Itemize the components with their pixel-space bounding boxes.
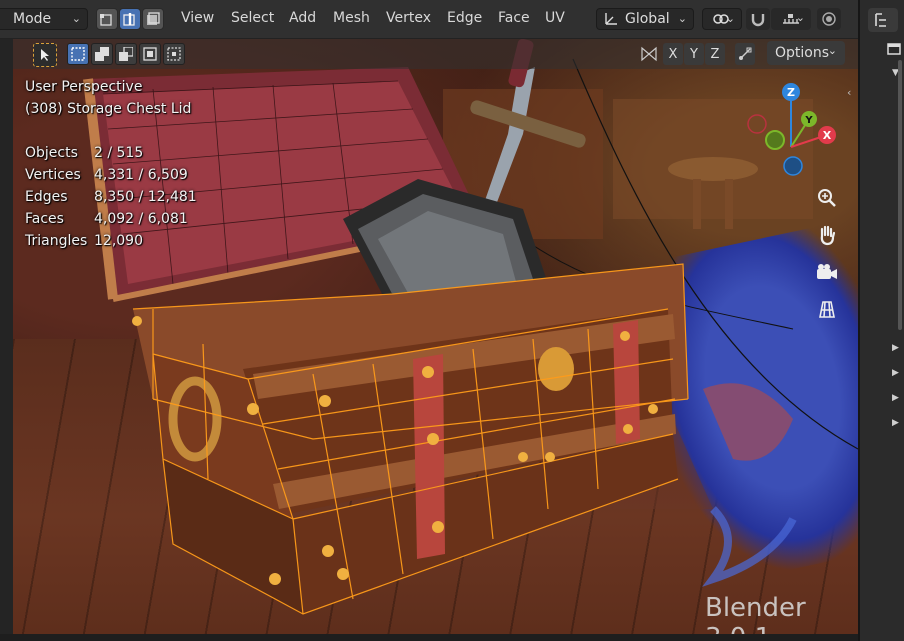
select-mode-intersect-button[interactable] — [163, 43, 185, 65]
stats-label: Objects — [25, 145, 78, 161]
mode-dropdown[interactable]: Mode ⌄ — [0, 8, 88, 30]
proportional-edit-icon — [822, 12, 836, 26]
select-new-icon — [71, 47, 85, 61]
face-select-icon — [147, 12, 160, 25]
proportional-edit-toggle[interactable] — [817, 8, 841, 30]
collapse-arrow-icon[interactable]: ▶ — [892, 418, 899, 428]
sidebar-expand-arrow[interactable]: ‹ — [847, 86, 851, 99]
stats-value: 4,092 / 6,081 — [94, 211, 188, 227]
select-mode-extend-button[interactable] — [91, 43, 113, 65]
select-tool-button[interactable] — [33, 43, 57, 67]
stats-label: Edges — [25, 189, 68, 205]
chevron-down-icon: ⌄ — [827, 44, 837, 57]
cursor-arrow-icon — [41, 49, 49, 61]
gizmo-x-label: X — [823, 129, 832, 142]
collection-icon — [887, 43, 901, 55]
camera-icon — [817, 264, 837, 279]
chevron-down-icon: ⌄ — [677, 12, 687, 25]
mirror-toggle[interactable] — [639, 43, 659, 65]
gizmo-y-label: Y — [804, 115, 813, 126]
pivot-point-dropdown[interactable]: ⌄ — [702, 8, 742, 30]
viewport-statistics: User Perspective (308) Storage Chest Lid… — [25, 79, 197, 255]
vertex-select-icon — [100, 14, 112, 26]
ortho-toggle-button[interactable] — [813, 295, 841, 323]
snap-toggle[interactable] — [746, 8, 770, 30]
mirror-y-button[interactable]: Y — [684, 43, 704, 65]
camera-view-button[interactable] — [813, 258, 841, 286]
outliner-panel: ▼ ▶ ▶ ▶ ▶ — [858, 0, 904, 641]
snap-target-dropdown[interactable]: ⌄ — [771, 8, 811, 30]
stats-value: 8,350 / 12,481 — [94, 189, 197, 205]
options-label: Options — [775, 45, 830, 61]
status-strip — [0, 634, 858, 641]
collapse-arrow-icon[interactable]: ▶ — [892, 343, 899, 353]
3d-viewport[interactable]: X Y Z Options ⌄ ‹ User Perspective (308)… — [13, 39, 858, 634]
view-name: User Perspective — [25, 79, 143, 95]
chevron-down-icon: ⌄ — [795, 11, 805, 24]
chevron-down-icon: ⌄ — [71, 12, 81, 25]
navigation-gizmo[interactable]: Z Y X — [741, 77, 851, 187]
pan-button[interactable] — [813, 221, 841, 249]
edge-select-icon — [123, 13, 135, 26]
mode-label: Mode — [13, 11, 52, 27]
stats-row-objects: Objects 2 / 515 — [25, 145, 197, 167]
toolbar-strip — [0, 39, 13, 641]
version-watermark: Blender 3.0.1 — [705, 593, 806, 634]
collapse-arrow-icon[interactable]: ▶ — [892, 368, 899, 378]
menu-uv[interactable]: UV — [545, 10, 565, 26]
options-dropdown[interactable]: Options ⌄ — [767, 41, 845, 65]
active-object-name: (308) Storage Chest Lid — [25, 101, 192, 117]
zoom-icon — [818, 189, 836, 207]
select-subtract-icon — [119, 47, 133, 61]
stats-label: Faces — [25, 211, 64, 227]
vertex-select-button[interactable] — [96, 8, 118, 30]
select-mode-subtract-button[interactable] — [115, 43, 137, 65]
mirror-z-button[interactable]: Z — [705, 43, 725, 65]
stats-row-edges: Edges 8,350 / 12,481 — [25, 189, 197, 211]
menu-select[interactable]: Select — [231, 10, 274, 26]
outliner-scrollbar[interactable] — [898, 60, 902, 330]
menu-view[interactable]: View — [181, 10, 214, 26]
merge-vertices-icon — [739, 47, 752, 60]
mirror-x-button[interactable]: X — [663, 43, 683, 65]
select-invert-icon — [143, 47, 157, 61]
menu-edge[interactable]: Edge — [447, 10, 482, 26]
editor-type-button[interactable] — [868, 8, 898, 32]
menu-face[interactable]: Face — [498, 10, 530, 26]
stats-label: Triangles — [25, 233, 88, 249]
collapse-arrow-icon[interactable]: ▶ — [892, 393, 899, 403]
stats-value: 4,331 / 6,509 — [94, 167, 188, 183]
stats-row-faces: Faces 4,092 / 6,081 — [25, 211, 197, 233]
select-mode-new-button[interactable] — [67, 43, 89, 65]
outliner-icon — [875, 13, 886, 27]
grid-ortho-icon — [819, 301, 835, 318]
stats-value: 12,090 — [94, 233, 143, 249]
auto-merge-toggle[interactable] — [735, 43, 755, 65]
menu-vertex[interactable]: Vertex — [386, 10, 431, 26]
stats-label: Vertices — [25, 167, 81, 183]
stats-row-vertices: Vertices 4,331 / 6,509 — [25, 167, 197, 189]
orientation-axes-icon — [605, 13, 617, 25]
edge-select-button[interactable] — [119, 8, 141, 30]
editor-header: Mode ⌄ View Select Add Mesh Vertex Edge … — [0, 0, 858, 39]
hand-pan-icon — [820, 225, 836, 246]
menu-mesh[interactable]: Mesh — [333, 10, 370, 26]
transform-orientation-dropdown[interactable]: Global ⌄ — [596, 8, 694, 30]
chevron-down-icon: ⌄ — [725, 12, 735, 25]
stats-row-triangles: Triangles 12,090 — [25, 233, 197, 255]
select-extend-icon — [95, 47, 109, 61]
butterfly-mirror-icon — [641, 46, 657, 62]
select-mode-invert-button[interactable] — [139, 43, 161, 65]
face-select-button[interactable] — [142, 8, 164, 30]
gizmo-z-label: Z — [787, 86, 795, 99]
zoom-button[interactable] — [813, 184, 841, 212]
orientation-label: Global — [625, 11, 670, 27]
menu-add[interactable]: Add — [289, 10, 316, 26]
select-intersect-icon — [167, 47, 181, 61]
magnet-icon — [751, 14, 765, 27]
stats-value: 2 / 515 — [94, 145, 144, 161]
